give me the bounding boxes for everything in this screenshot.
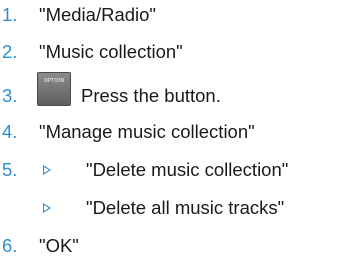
option-button-label: OPTION [43, 78, 65, 84]
step-text: "Delete music collection" [86, 159, 289, 180]
step-text: "Manage music collection" [39, 121, 255, 142]
instruction-steps: 1. "Media/Radio" 2. "Music collection" 3… [0, 0, 353, 276]
step-text: Press the button. [81, 85, 221, 106]
triangle-bullet-icon [43, 165, 51, 175]
step-number: 3. [2, 85, 18, 106]
step-number: 4. [2, 121, 18, 142]
step-number: 6. [2, 235, 18, 256]
step-number: 2. [2, 41, 18, 62]
step-text: "Delete all music tracks" [86, 197, 285, 218]
step-number: 1. [2, 4, 18, 25]
step-text: "Music collection" [39, 41, 183, 62]
step-text: "OK" [39, 235, 79, 256]
triangle-bullet-icon [43, 203, 51, 213]
step-text: "Media/Radio" [39, 4, 156, 25]
step-number: 5. [2, 159, 18, 180]
option-button-icon: OPTION [37, 72, 71, 106]
